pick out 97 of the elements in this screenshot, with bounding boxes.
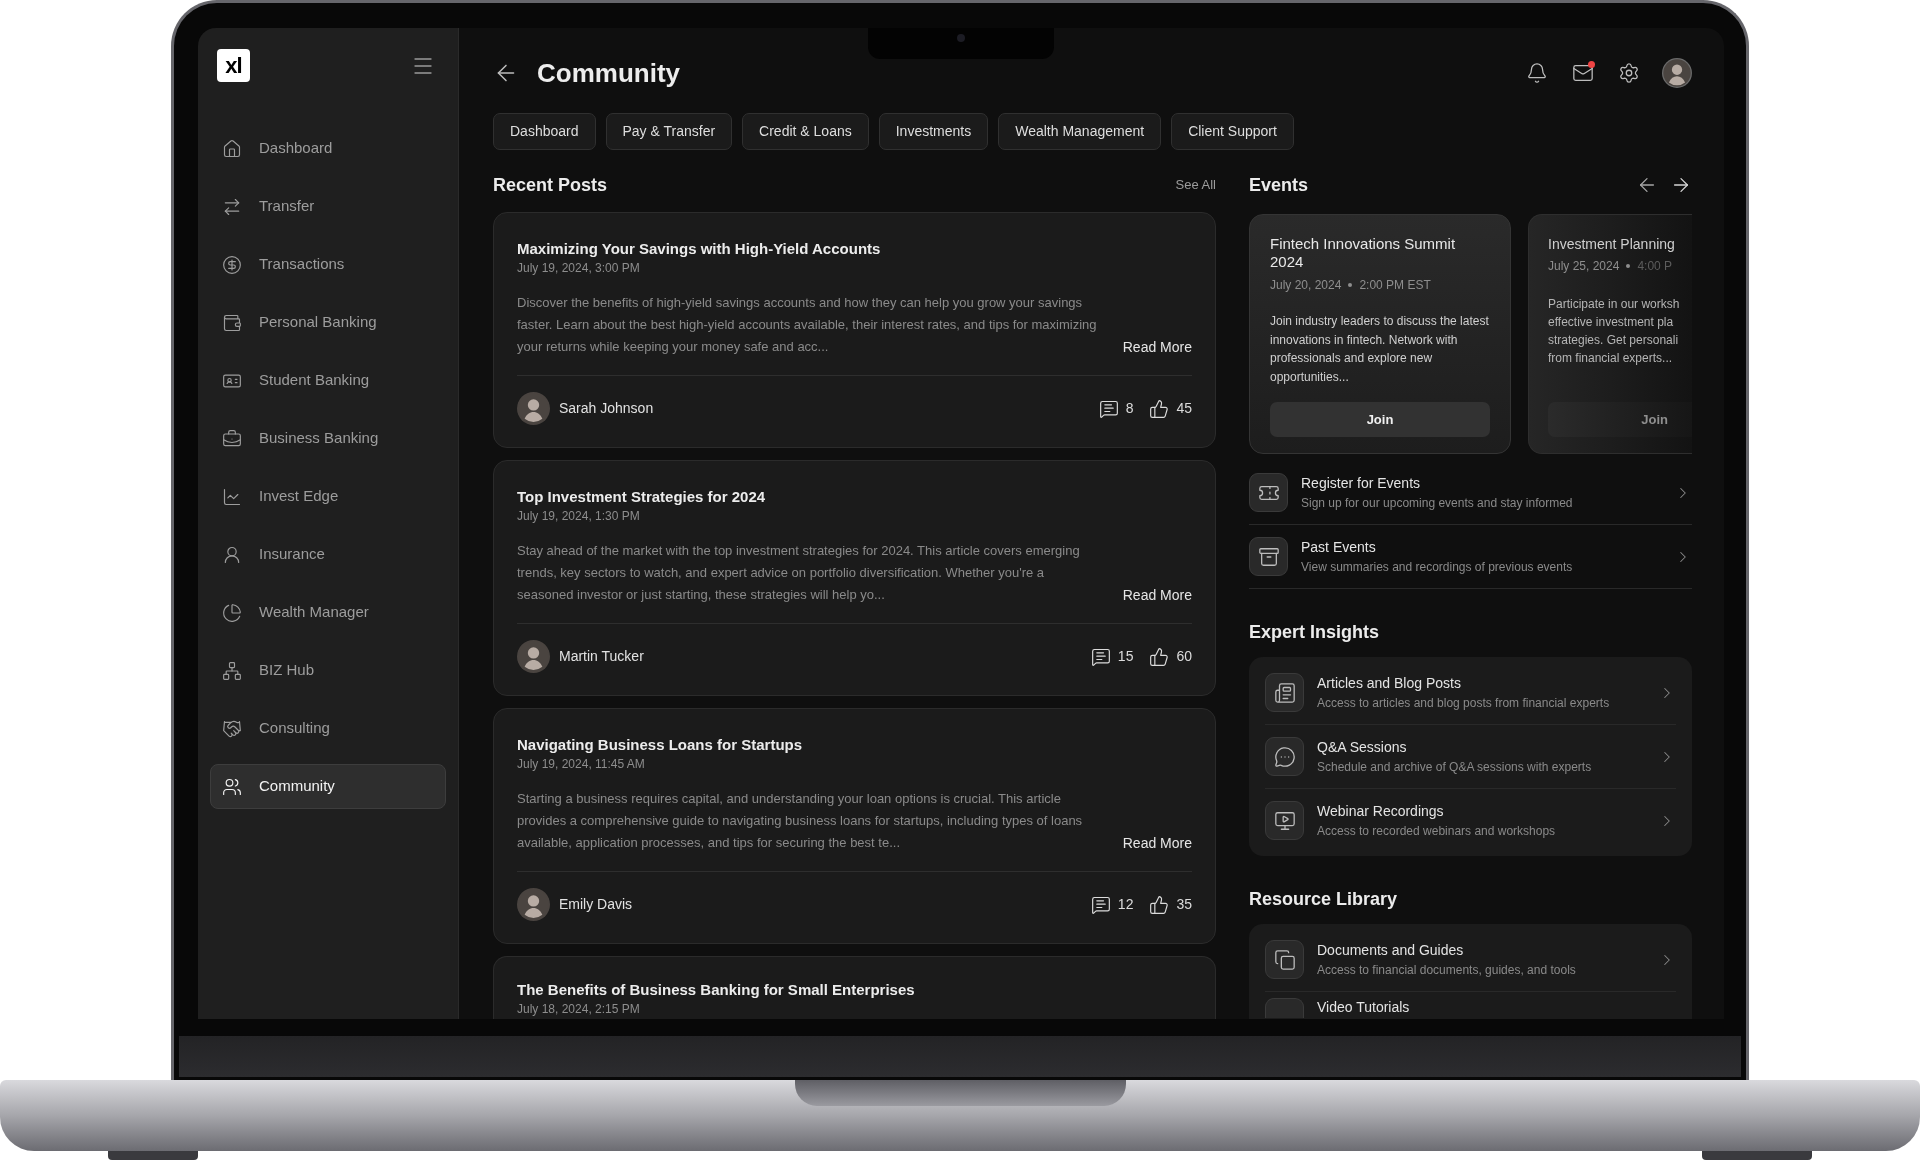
event-time: 2:00 PM EST xyxy=(1359,278,1431,292)
likes-button[interactable]: 35 xyxy=(1149,894,1192,915)
handshake-icon xyxy=(222,718,242,739)
post-title: Top Investment Strategies for 2024 xyxy=(517,487,767,506)
post-title: Navigating Business Loans for Startups xyxy=(517,735,804,754)
archive-box-icon xyxy=(1249,537,1288,576)
sidebar-item[interactable]: Dashboard xyxy=(210,126,446,171)
pie-chart-icon xyxy=(222,602,242,623)
thumbs-up-icon xyxy=(1149,894,1170,915)
briefcase-icon xyxy=(222,428,242,449)
post-date: July 18, 2024, 2:15 PM xyxy=(517,1002,641,1017)
sidebar-item[interactable]: BIZ Hub xyxy=(210,648,446,693)
list-item[interactable]: Articles and Blog Posts Access to articles and blog posts from financial experts xyxy=(1265,661,1676,725)
monitor-icon xyxy=(1265,801,1304,840)
sidebar-item[interactable]: Business Banking xyxy=(210,416,446,461)
avatar-icon xyxy=(517,392,550,425)
quick-link-tab[interactable]: Client Support xyxy=(1171,113,1294,150)
read-more-link[interactable]: Read More xyxy=(1122,832,1192,854)
stacked-cards-icon xyxy=(1265,940,1304,979)
camera-icon xyxy=(957,34,965,42)
section-heading: Recent Posts xyxy=(493,173,608,197)
sidebar-item[interactable]: Community xyxy=(210,764,446,809)
join-button[interactable]: Join xyxy=(1270,402,1490,437)
sidebar-item[interactable]: Student Banking xyxy=(210,358,446,403)
sidebar-item[interactable]: Wealth Manager xyxy=(210,590,446,635)
network-icon xyxy=(222,660,242,681)
post-title: The Benefits of Business Banking for Small Enterprises xyxy=(517,980,916,999)
event-title: Investment Planning xyxy=(1548,235,1676,253)
house-icon xyxy=(222,138,242,159)
likes-button[interactable]: 60 xyxy=(1149,646,1192,667)
event-date: July 20, 2024 xyxy=(1270,278,1342,292)
tile-icon xyxy=(1265,998,1304,1018)
sidebar-item[interactable]: Transfer xyxy=(210,184,446,229)
ticket-icon xyxy=(1249,473,1288,512)
swap-arrows-icon xyxy=(222,196,242,217)
sidebar-item[interactable]: Personal Banking xyxy=(210,300,446,345)
page-title: Community xyxy=(537,60,680,86)
quick-link-tab[interactable]: Dashboard xyxy=(493,113,596,150)
comment-bubble-icon xyxy=(1090,894,1111,915)
people-icon xyxy=(222,776,242,797)
post-date: July 19, 2024, 1:30 PM xyxy=(517,509,641,524)
quick-link-tab[interactable]: Investments xyxy=(878,113,989,150)
mail-icon[interactable] xyxy=(1572,62,1594,84)
comments-button[interactable]: 12 xyxy=(1090,894,1134,915)
thumbs-up-icon xyxy=(1149,398,1170,419)
likes-button[interactable]: 45 xyxy=(1149,398,1192,419)
section-heading: Events xyxy=(1249,173,1309,197)
quick-link-tab[interactable]: Credit & Loans xyxy=(742,113,869,150)
join-button[interactable]: Join xyxy=(1548,402,1692,437)
event-title: Fintech Innovations Summit 2024 xyxy=(1270,235,1457,271)
section-heading: Resource Library xyxy=(1249,887,1399,911)
list-item[interactable]: Register for Events Sign up for our upcoming events and stay informed xyxy=(1249,461,1692,525)
event-date: July 25, 2024 xyxy=(1548,259,1620,273)
list-item[interactable]: Documents and Guides Access to financial documents, guides, and tools xyxy=(1265,928,1676,992)
post-date: July 19, 2024, 3:00 PM xyxy=(517,261,641,276)
post-date: July 19, 2024, 11:45 AM xyxy=(517,757,646,772)
author-name: Emily Davis xyxy=(559,895,633,914)
read-more-link[interactable]: Read More xyxy=(1122,336,1192,358)
event-time: 4:00 P xyxy=(1637,259,1673,273)
event-description: Join industry leaders to discuss the latest innovations in fintech. Network with professionals and explore new opportunities... xyxy=(1270,313,1490,386)
avatar-icon xyxy=(517,640,550,673)
bell-icon[interactable] xyxy=(1526,62,1548,84)
author-name: Sarah Johnson xyxy=(559,399,654,418)
list-item[interactable]: Past Events View summaries and recordings of previous events xyxy=(1249,525,1692,589)
chat-bubble-icon xyxy=(1265,737,1304,776)
sidebar-item[interactable]: Insurance xyxy=(210,532,446,577)
app-logo[interactable]: xl xyxy=(217,49,250,82)
quick-link-tab[interactable]: Wealth Management xyxy=(998,113,1162,150)
post-title: Maximizing Your Savings with High-Yield Accounts xyxy=(517,239,882,258)
wallet-icon xyxy=(222,312,242,333)
post-excerpt: Stay ahead of the market with the top investment strategies for 2024. This article covers emerging trends, key sectors to watch, and expert advice on portfolio diversification. Whether you're a seasoned investor or just starting, these strategies will help yo... xyxy=(517,542,1081,604)
list-item[interactable]: Webinar Recordings Access to recorded webinars and workshops xyxy=(1265,789,1676,852)
settings-icon[interactable] xyxy=(1618,62,1640,84)
see-all-link[interactable]: See All xyxy=(1175,175,1216,195)
thumbs-up-icon xyxy=(1149,646,1170,667)
list-item[interactable]: Q&A Sessions Schedule and archive of Q&A sessions with experts xyxy=(1265,725,1676,789)
read-more-link[interactable]: Read More xyxy=(1122,584,1192,606)
avatar-icon[interactable] xyxy=(1662,58,1692,88)
sidebar-item[interactable]: Consulting xyxy=(210,706,446,751)
event-description: Participate in our worksh effective investment pla strategies. Get personali from financial experts... xyxy=(1548,296,1681,367)
line-chart-icon xyxy=(222,486,242,507)
sidebar-item[interactable]: Transactions xyxy=(210,242,446,287)
comments-button[interactable]: 8 xyxy=(1098,398,1134,419)
sidebar-item[interactable]: Invest Edge xyxy=(210,474,446,519)
list-item[interactable]: Video Tutorials xyxy=(1265,992,1676,1018)
comment-bubble-icon xyxy=(1098,398,1119,419)
person-icon xyxy=(222,544,242,565)
quick-link-tab[interactable]: Pay & Transfer xyxy=(605,113,733,150)
comment-bubble-icon xyxy=(1090,646,1111,667)
avatar-icon xyxy=(517,888,550,921)
dollar-coin-icon xyxy=(222,254,242,275)
author-name: Martin Tucker xyxy=(559,647,644,666)
comments-button[interactable]: 15 xyxy=(1090,646,1134,667)
newspaper-icon xyxy=(1265,673,1304,712)
section-heading: Expert Insights xyxy=(1249,620,1381,644)
post-excerpt: Discover the benefits of high-yield savings accounts and how they can help you grow your savings faster. Learn about the best high-yield accounts available, their interest rates, and tips for maximizing your returns while keeping your money safe and acc... xyxy=(517,294,1098,356)
post-excerpt: Starting a business requires capital, and understanding your loan options is crucial. This article provides a comprehensive guide to navigating business loans for startups, including types of loans available, application processes, and tips for securing the best te... xyxy=(517,790,1084,852)
